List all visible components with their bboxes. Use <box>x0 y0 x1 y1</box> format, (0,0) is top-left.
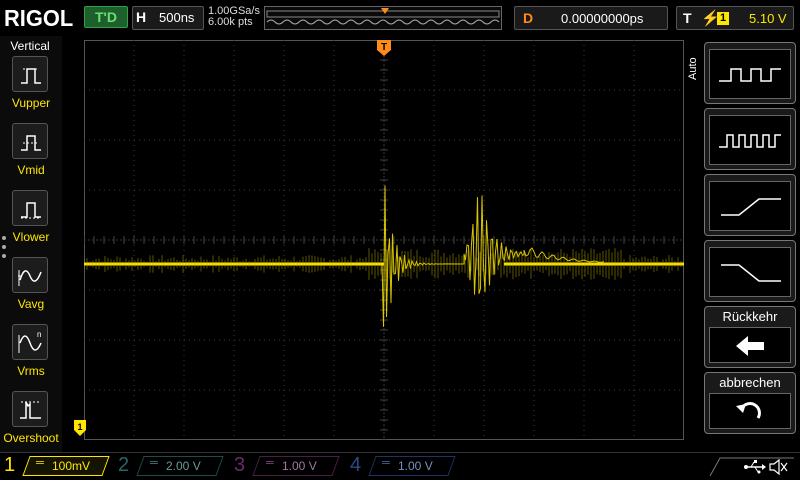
vupper-icon <box>12 56 48 92</box>
measure-vmid[interactable]: Vmid <box>0 123 62 187</box>
channel-scale: 1.00 V <box>282 459 317 473</box>
rising-ramp-icon <box>709 181 791 231</box>
svg-text:1: 1 <box>77 422 82 432</box>
delay-value: 0.00000000ps <box>561 11 644 26</box>
measure-menu: Vertical Vupper Vmid Vlower Vavg n Vrms <box>0 36 62 452</box>
mute-icon <box>769 458 788 476</box>
softkey-pulse-narrow[interactable] <box>704 108 796 170</box>
measure-label: Vupper <box>11 96 51 110</box>
vrms-icon: n <box>12 324 48 360</box>
memory-overview-bar[interactable] <box>264 6 502 30</box>
back-arrow-icon <box>709 327 791 363</box>
channel4-tab[interactable]: 4 ═ 1.00 V <box>348 454 460 478</box>
measure-overshoot[interactable]: Overshoot <box>0 391 62 455</box>
dc-coupling-icon: ═ <box>150 457 158 469</box>
back-button[interactable]: Rückkehr <box>704 306 796 368</box>
overshoot-icon <box>12 391 48 427</box>
status-icons <box>704 454 798 478</box>
vavg-icon <box>12 257 48 293</box>
horizontal-key: H <box>136 9 147 25</box>
measure-label: Vavg <box>17 297 45 311</box>
softkey-rising-ramp[interactable] <box>704 174 796 236</box>
top-status-bar: RIGOL T'D H 500ns 1.00GSa/s 6.00k pts D … <box>0 0 800 36</box>
trigger-level: 5.10 V <box>749 11 787 26</box>
vlower-icon <box>12 190 48 226</box>
measure-label: Vlower <box>12 230 50 244</box>
falling-ramp-icon <box>709 247 791 297</box>
channel2-tab[interactable]: 2 ═ 2.00 V <box>116 454 228 478</box>
horizontal-timebase[interactable]: H 500ns <box>132 6 204 30</box>
run-state-badge[interactable]: T'D <box>84 6 128 28</box>
usb-icon <box>744 460 766 474</box>
measure-vlower[interactable]: Vlower <box>0 190 62 254</box>
trigger-source: 1 <box>717 12 729 25</box>
timebase-value: 500ns <box>159 10 195 25</box>
channel1-tab[interactable]: 1 ═ 100mV <box>2 454 114 478</box>
measure-vavg[interactable]: Vavg <box>0 257 62 321</box>
measure-vupper[interactable]: Vupper <box>0 56 62 120</box>
cancel-button[interactable]: abbrechen <box>704 372 796 434</box>
dc-coupling-icon: ═ <box>36 457 44 469</box>
dc-coupling-icon: ═ <box>382 457 390 469</box>
delay-key: D <box>523 10 534 26</box>
channel-scale: 100mV <box>52 459 91 473</box>
measure-label: Vrms <box>17 364 45 378</box>
channel-number: 4 <box>350 454 362 476</box>
page-dots <box>2 236 6 263</box>
waveform-display[interactable] <box>83 39 685 441</box>
pulse-narrow-icon <box>709 115 791 165</box>
back-label: Rückkehr <box>722 309 778 324</box>
cancel-label: abbrechen <box>719 375 781 390</box>
dc-coupling-icon: ═ <box>266 457 274 469</box>
brand-logo: RIGOL <box>4 5 74 31</box>
measure-vrms[interactable]: n Vrms <box>0 324 62 388</box>
channel1-ground-marker[interactable]: 1 <box>74 420 86 436</box>
channel-scale: 1.00 V <box>398 459 433 473</box>
delay-box[interactable]: D 0.00000000ps <box>514 6 668 30</box>
channel-number: 3 <box>234 454 246 476</box>
memory-overview-icon <box>266 8 500 25</box>
sample-info: 1.00GSa/s 6.00k pts <box>208 6 260 28</box>
pulse-wide-icon <box>709 49 791 99</box>
svg-text:T: T <box>381 42 387 53</box>
channel3-tab[interactable]: 3 ═ 1.00 V <box>232 454 344 478</box>
softkey-falling-ramp[interactable] <box>704 240 796 302</box>
svg-text:n: n <box>37 330 41 339</box>
measure-label: Overshoot <box>3 431 59 445</box>
trigger-box[interactable]: T ⚡ 1 5.10 V <box>676 6 794 30</box>
channel-number: 1 <box>4 454 16 476</box>
measure-label: Vmid <box>17 163 45 177</box>
channel-number: 2 <box>118 454 130 476</box>
channel-scale: 2.00 V <box>166 459 201 473</box>
memory-depth: 6.00k pts <box>208 16 253 28</box>
menu-title: Vertical <box>10 39 50 53</box>
trigger-position-marker[interactable]: T <box>377 40 391 56</box>
waveform-canvas <box>83 39 685 441</box>
vmid-icon <box>12 123 48 159</box>
trigger-key: T <box>683 10 692 26</box>
softkey-pulse-wide[interactable] <box>704 42 796 104</box>
undo-icon <box>709 393 791 429</box>
menu-mode: Auto <box>687 57 699 81</box>
